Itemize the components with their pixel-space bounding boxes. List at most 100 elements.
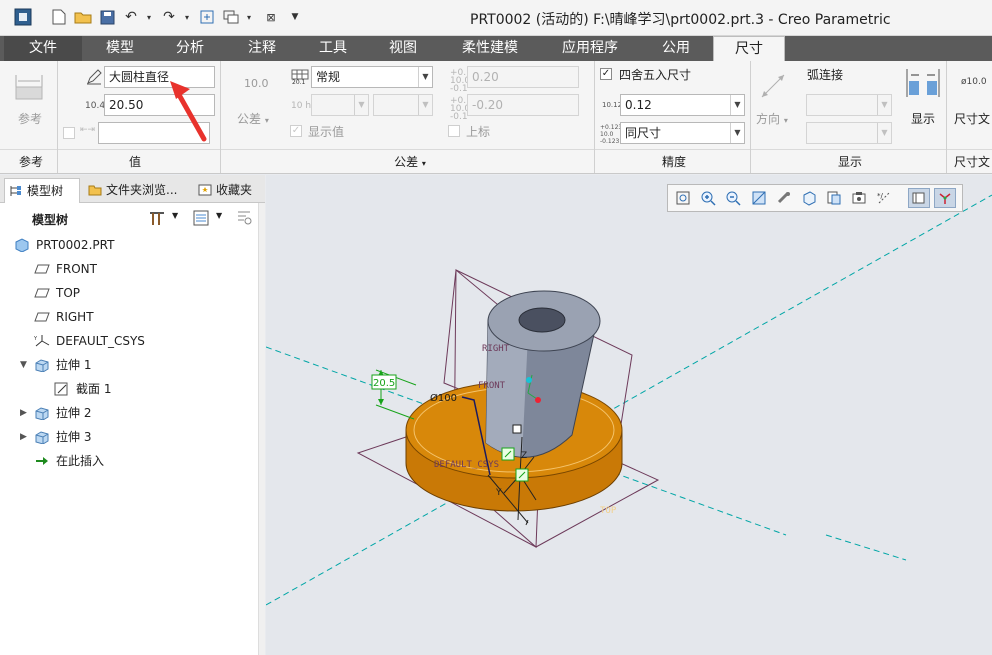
upper-tolerance-input[interactable]: 0.20 bbox=[467, 66, 579, 88]
direction-button[interactable]: 方向 ▾ bbox=[756, 110, 788, 127]
decimal-places-select[interactable]: 0.12 ▼ bbox=[620, 94, 745, 116]
customize-toolbar-icon[interactable]: ▼ bbox=[286, 8, 304, 26]
tolerance-mode-select[interactable]: 常规 ▼ bbox=[311, 66, 433, 88]
tree-item-right[interactable]: RIGHT bbox=[34, 306, 254, 328]
undo-dropdown-icon[interactable]: ▾ bbox=[140, 8, 158, 26]
direction-icon[interactable] bbox=[758, 71, 788, 101]
orient-icon[interactable] bbox=[773, 188, 795, 208]
diameter-dimension-value[interactable]: Ø100 bbox=[430, 392, 457, 404]
tab-model-tree[interactable]: 模型树 bbox=[4, 178, 80, 203]
drag-handle[interactable] bbox=[512, 424, 522, 434]
repaint-icon[interactable] bbox=[748, 188, 770, 208]
tree-header: 模型树 ▼ ▼ bbox=[0, 203, 265, 233]
chevron-down-icon: ▾ bbox=[783, 116, 788, 125]
reference-icon[interactable] bbox=[14, 71, 44, 101]
tab-analysis[interactable]: 分析 bbox=[156, 36, 224, 61]
new-file-icon[interactable] bbox=[50, 8, 68, 26]
tree-item-front[interactable]: FRONT bbox=[34, 258, 254, 280]
arc-connection-select[interactable]: ▼ bbox=[806, 94, 892, 116]
view-manager-icon[interactable] bbox=[823, 188, 845, 208]
tab-model[interactable]: 模型 bbox=[86, 36, 154, 61]
superscript-checkbox[interactable] bbox=[448, 125, 460, 137]
expand-icon[interactable]: ▼ bbox=[20, 354, 27, 376]
show-list-icon[interactable] bbox=[192, 209, 210, 227]
saved-orientations-icon[interactable] bbox=[798, 188, 820, 208]
show-value-checkbox[interactable]: ✓ bbox=[290, 125, 302, 137]
tree-item-label: 拉伸 1 bbox=[56, 358, 92, 372]
value-option-icon: ⇤⇥ bbox=[80, 125, 96, 135]
tree-item-part[interactable]: PRT0002.PRT bbox=[14, 234, 254, 256]
expand-icon[interactable]: ▶ bbox=[20, 402, 27, 424]
axis-marker-cyan bbox=[526, 377, 532, 383]
open-folder-icon[interactable] bbox=[74, 8, 92, 26]
windows-dropdown-icon[interactable]: ▾ bbox=[240, 8, 258, 26]
tree-item-extrude-1[interactable]: ▼ 拉伸 1 bbox=[20, 354, 254, 376]
tolerance-button-label: 公差 bbox=[237, 112, 262, 126]
zoom-out-icon[interactable] bbox=[722, 188, 744, 208]
undo-icon[interactable]: ↶ bbox=[122, 8, 140, 26]
show-dropdown-icon[interactable]: ▼ bbox=[216, 211, 222, 220]
arc-style-select[interactable]: ▼ bbox=[806, 122, 892, 144]
name-edit-icon bbox=[86, 69, 102, 85]
datum-axis bbox=[825, 534, 907, 561]
tab-file[interactable]: 文件 bbox=[4, 36, 82, 61]
regenerate-icon[interactable] bbox=[198, 8, 216, 26]
tree-item-extrude-3[interactable]: ▶ 拉伸 3 bbox=[20, 426, 254, 448]
tab-flexible-modeling[interactable]: 柔性建模 bbox=[440, 36, 540, 61]
close-window-icon[interactable]: ⊠ bbox=[262, 8, 280, 26]
tree-item-insert-here[interactable]: 在此插入 bbox=[34, 450, 254, 472]
reference-button-label[interactable]: 参考 bbox=[18, 110, 42, 127]
lower-tolerance-input[interactable]: -0.20 bbox=[467, 94, 579, 116]
favorites-icon bbox=[198, 184, 212, 196]
model-graphics[interactable]: RIGHT FRONT TOP DEFAULT_CSYS 20.5 Ø100 Z… bbox=[266, 175, 992, 655]
save-icon[interactable] bbox=[98, 8, 116, 26]
folder-icon bbox=[88, 185, 102, 196]
tab-view[interactable]: 视图 bbox=[368, 36, 438, 61]
perspective-view-icon[interactable] bbox=[848, 188, 870, 208]
group-label-tolerance[interactable]: 公差 ▾ bbox=[385, 153, 435, 170]
tab-favorites[interactable]: 收藏夹 bbox=[194, 178, 264, 203]
tab-tools[interactable]: 工具 bbox=[298, 36, 368, 61]
settings-dropdown-icon[interactable]: ▼ bbox=[172, 211, 178, 220]
tree-item-extrude-2[interactable]: ▶ 拉伸 2 bbox=[20, 402, 254, 424]
fit-shaft-select[interactable]: ▼ bbox=[373, 94, 433, 116]
group-label-tolerance-text: 公差 bbox=[394, 155, 419, 169]
filter-icon[interactable] bbox=[236, 209, 254, 227]
redo-dropdown-icon[interactable]: ▾ bbox=[178, 8, 196, 26]
height-dimension-value[interactable]: 20.5 bbox=[373, 378, 395, 389]
tab-dimension[interactable]: 尺寸 bbox=[713, 36, 785, 61]
panel-tab-bar: 模型树 文件夹浏览... 收藏夹 bbox=[0, 175, 265, 203]
zoom-in-icon[interactable] bbox=[697, 188, 719, 208]
settings-tools-icon[interactable] bbox=[148, 209, 166, 227]
annotation-display-icon[interactable]: */ bbox=[873, 188, 895, 208]
expand-icon[interactable]: ▶ bbox=[20, 426, 27, 448]
display-icon[interactable] bbox=[905, 67, 941, 101]
group-label-divider bbox=[0, 149, 992, 150]
redo-icon[interactable]: ↷ bbox=[160, 8, 178, 26]
chevron-down-icon: ▼ bbox=[877, 95, 891, 115]
refit-icon[interactable] bbox=[672, 188, 694, 208]
tree-item-top[interactable]: TOP bbox=[34, 282, 254, 304]
tab-annotate[interactable]: 注释 bbox=[226, 36, 298, 61]
tree-item-label: 在此插入 bbox=[56, 454, 105, 468]
value-option-checkbox[interactable] bbox=[63, 127, 75, 139]
graphics-viewport[interactable]: RIGHT FRONT TOP DEFAULT_CSYS 20.5 Ø100 Z… bbox=[266, 175, 992, 655]
tab-folder-browser[interactable]: 文件夹浏览... bbox=[84, 178, 188, 203]
tree-item-section-1[interactable]: 截面 1 bbox=[54, 378, 254, 400]
cylinder-hole[interactable] bbox=[518, 307, 566, 333]
plane-display-icon[interactable] bbox=[908, 188, 930, 208]
windows-icon[interactable] bbox=[222, 8, 240, 26]
tab-common[interactable]: 公用 bbox=[640, 36, 712, 61]
tab-applications[interactable]: 应用程序 bbox=[542, 36, 638, 61]
panel-scrollbar[interactable] bbox=[258, 203, 265, 655]
tree-item-csys[interactable]: Y DEFAULT_CSYS bbox=[34, 330, 254, 352]
app-icon[interactable] bbox=[14, 8, 32, 26]
csys-icon: Y bbox=[34, 335, 50, 347]
display-button-label[interactable]: 显示 bbox=[911, 110, 935, 127]
dimension-text-button-label[interactable]: 尺寸文 bbox=[954, 110, 990, 127]
tolerance-decimal-select[interactable]: 同尺寸 ▼ bbox=[620, 122, 745, 144]
tolerance-button[interactable]: 公差 ▾ bbox=[237, 110, 269, 127]
fit-hole-select[interactable]: ▼ bbox=[311, 94, 369, 116]
spin-center-icon[interactable] bbox=[934, 188, 956, 208]
round-dimension-checkbox[interactable]: ✓ bbox=[600, 68, 612, 80]
